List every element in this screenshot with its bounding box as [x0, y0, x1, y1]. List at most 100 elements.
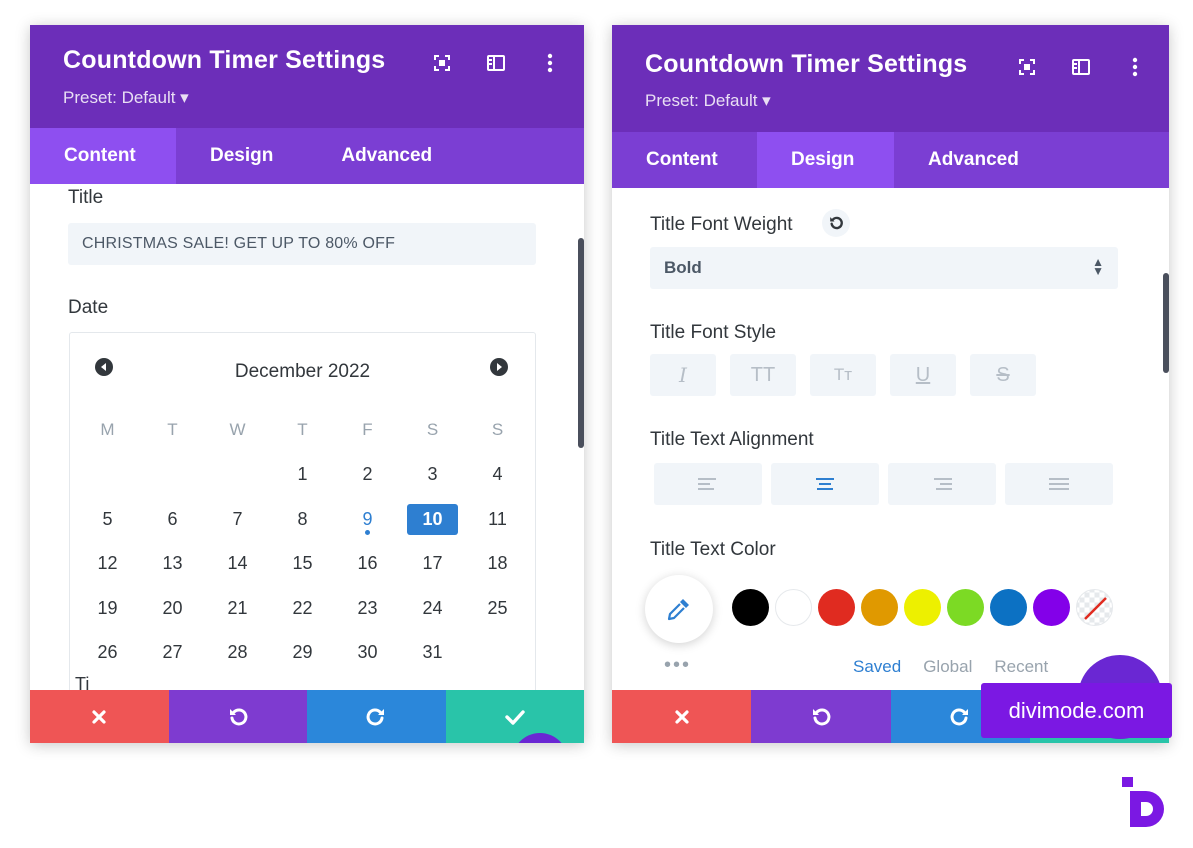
calendar-day[interactable]: 28	[205, 631, 270, 676]
cancel-button[interactable]	[30, 690, 169, 743]
calendar-day[interactable]: 24	[400, 586, 465, 631]
color-swatch[interactable]	[990, 589, 1027, 626]
tab-bar: Content Design Advanced	[30, 128, 584, 184]
eyedropper-icon	[667, 599, 689, 621]
calendar-day[interactable]: 25	[465, 586, 530, 631]
align-left-icon	[698, 478, 716, 490]
calendar-day[interactable]: 15	[270, 542, 335, 587]
expand-icon[interactable]	[430, 51, 454, 75]
italic-button[interactable]: I	[650, 354, 716, 396]
calendar-day[interactable]: 1	[270, 453, 335, 498]
more-options-icon[interactable]	[1123, 55, 1147, 79]
tab-content[interactable]: Content	[30, 128, 176, 184]
save-button[interactable]	[445, 690, 584, 743]
calendar-day[interactable]: 10	[400, 497, 465, 542]
calendar-day[interactable]: 9	[335, 497, 400, 542]
panel-header: Countdown Timer Settings Preset: Default…	[30, 25, 584, 128]
calendar-day[interactable]: 26	[75, 631, 140, 676]
tab-design[interactable]: Design	[757, 132, 894, 188]
close-icon	[675, 709, 689, 724]
panel-content: Title Font Weight Bold ▲ ▼ Title Font Sty…	[612, 188, 1169, 690]
tab-content[interactable]: Content	[612, 132, 757, 188]
smallcaps-button[interactable]: Tт	[810, 354, 876, 396]
weekday-header: F	[362, 420, 373, 440]
calendar-day[interactable]: 18	[465, 542, 530, 587]
recent-colors-tab[interactable]: Recent	[994, 657, 1048, 677]
underline-button[interactable]: U	[890, 354, 956, 396]
calendar-day[interactable]: 11	[465, 497, 530, 542]
calendar-day[interactable]: 13	[140, 542, 205, 587]
swatch-transparent[interactable]	[1076, 589, 1113, 626]
cancel-button[interactable]	[612, 690, 752, 743]
settings-panel-design: Countdown Timer Settings Preset: Default…	[612, 25, 1169, 743]
color-swatch[interactable]	[904, 589, 941, 626]
tab-design[interactable]: Design	[176, 128, 307, 184]
font-weight-select[interactable]: Bold ▲ ▼	[650, 247, 1118, 289]
calendar-day[interactable]: 27	[140, 631, 205, 676]
panel-content: Title CHRISTMAS SALE! GET UP TO 80% OFF …	[30, 184, 584, 690]
global-colors-tab[interactable]: Global	[923, 657, 972, 677]
sidebar-layout-icon[interactable]	[1069, 55, 1093, 79]
calendar-day[interactable]: 12	[75, 542, 140, 587]
strikethrough-button[interactable]: S	[970, 354, 1036, 396]
calendar-day[interactable]: 20	[140, 586, 205, 631]
calendar-day[interactable]: 7	[205, 497, 270, 542]
align-right-button[interactable]	[888, 463, 996, 505]
color-swatch[interactable]	[861, 589, 898, 626]
color-swatch[interactable]	[818, 589, 855, 626]
color-swatch[interactable]	[732, 589, 769, 626]
align-right-icon	[934, 478, 952, 490]
preset-dropdown[interactable]: Preset: Default ▾	[645, 91, 771, 111]
calendar-day[interactable]: 19	[75, 586, 140, 631]
calendar-day[interactable]: 6	[140, 497, 205, 542]
calendar-day[interactable]: 31	[400, 631, 465, 676]
close-icon	[92, 709, 106, 724]
align-center-button[interactable]	[771, 463, 879, 505]
calendar-day[interactable]: 21	[205, 586, 270, 631]
align-center-icon	[816, 478, 834, 490]
align-justify-button[interactable]	[1005, 463, 1113, 505]
title-input[interactable]: CHRISTMAS SALE! GET UP TO 80% OFF	[68, 223, 536, 265]
weekday-header: T	[167, 420, 178, 440]
font-style-buttons: I TT Tт U S	[650, 354, 1036, 396]
uppercase-button[interactable]: TT	[730, 354, 796, 396]
redo-button[interactable]	[307, 690, 446, 743]
weekday-header: S	[426, 420, 439, 440]
divimode-logo	[1122, 777, 1172, 832]
tab-advanced[interactable]: Advanced	[307, 128, 466, 184]
calendar-day[interactable]: 22	[270, 586, 335, 631]
reset-icon[interactable]	[822, 209, 850, 237]
more-options-icon[interactable]	[538, 51, 562, 75]
next-month-icon[interactable]	[490, 358, 508, 376]
undo-button[interactable]	[751, 690, 891, 743]
calendar-day[interactable]: 23	[335, 586, 400, 631]
calendar-day[interactable]: 3	[400, 453, 465, 498]
color-swatch[interactable]	[1033, 589, 1070, 626]
tab-advanced[interactable]: Advanced	[894, 132, 1053, 188]
sidebar-layout-icon[interactable]	[484, 51, 508, 75]
calendar-day[interactable]: 2	[335, 453, 400, 498]
redo-icon	[950, 708, 969, 725]
color-swatch[interactable]	[775, 589, 812, 626]
align-left-button[interactable]	[654, 463, 762, 505]
content-scrollbar[interactable]	[578, 238, 584, 448]
calendar-day[interactable]: 17	[400, 542, 465, 587]
color-swatch[interactable]	[947, 589, 984, 626]
color-picker-button[interactable]	[645, 575, 713, 643]
more-colors-icon[interactable]: •••	[664, 654, 691, 677]
saved-colors-tab[interactable]: Saved	[853, 657, 901, 677]
calendar-day[interactable]: 8	[270, 497, 335, 542]
undo-button[interactable]	[168, 690, 307, 743]
font-style-label: Title Font Style	[650, 322, 777, 343]
calendar-day[interactable]: 14	[205, 542, 270, 587]
calendar-day[interactable]: 5	[75, 497, 140, 542]
preset-dropdown[interactable]: Preset: Default ▾	[63, 88, 189, 108]
calendar-day[interactable]: 16	[335, 542, 400, 587]
calendar-day[interactable]: 30	[335, 631, 400, 676]
expand-icon[interactable]	[1015, 55, 1039, 79]
date-picker: December 2022 M T W T F S S 1 2 3 4 5 6 7 8 9 10 11 12 13 14…	[69, 332, 536, 690]
content-scrollbar[interactable]	[1163, 273, 1169, 373]
calendar-day[interactable]: 4	[465, 453, 530, 498]
calendar-day[interactable]: 29	[270, 631, 335, 676]
date-label: Date	[68, 297, 109, 318]
